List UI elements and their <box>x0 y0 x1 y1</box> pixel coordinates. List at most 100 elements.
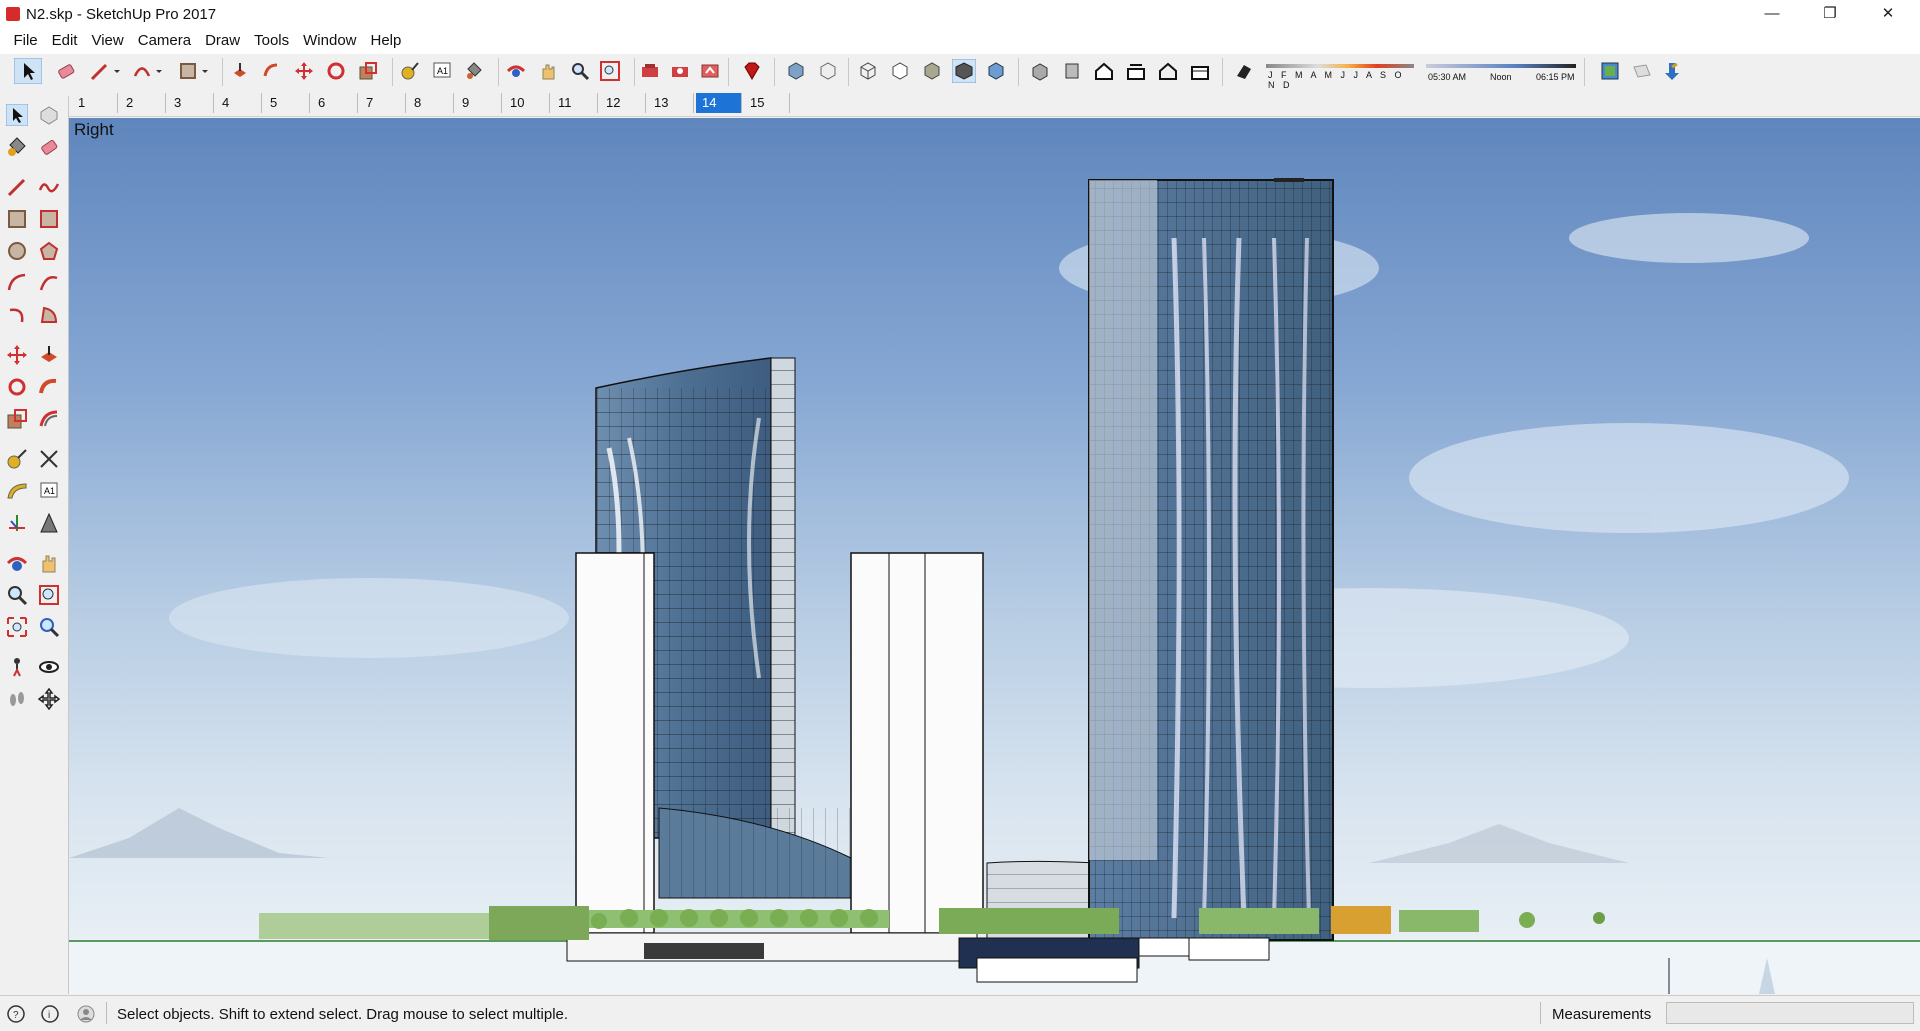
iso-view-icon[interactable] <box>1030 61 1050 81</box>
menu-camera[interactable]: Camera <box>131 28 198 54</box>
minimize-button[interactable]: — <box>1743 0 1801 28</box>
arc-tool-icon[interactable] <box>6 272 28 294</box>
offset-tool-icon[interactable] <box>38 408 60 430</box>
freehand-icon[interactable] <box>38 176 60 198</box>
scene-tab-6[interactable]: 6 <box>312 93 358 113</box>
3d-text-icon[interactable] <box>38 512 60 534</box>
eraser-icon[interactable] <box>38 136 60 158</box>
scene-tab-14[interactable]: 14 <box>696 93 742 113</box>
text-tool-icon[interactable]: A1 <box>432 61 452 81</box>
scene-tab-2[interactable]: 2 <box>120 93 166 113</box>
zoom-icon[interactable] <box>570 61 590 81</box>
ruby-console-icon[interactable] <box>742 61 762 81</box>
follow-me-icon[interactable] <box>38 376 60 398</box>
user-account-icon[interactable] <box>76 1004 96 1024</box>
measurements-input[interactable] <box>1666 1002 1914 1024</box>
rotated-rectangle-icon[interactable] <box>38 208 60 230</box>
scale-tool-icon[interactable] <box>358 61 378 81</box>
shaded-textures-style-icon[interactable] <box>952 59 976 83</box>
select-tool-icon[interactable] <box>6 104 28 126</box>
hidden-line-style-icon[interactable] <box>890 61 910 81</box>
modeling-viewport[interactable]: Right <box>69 118 1920 994</box>
menu-view[interactable]: View <box>84 28 130 54</box>
rectangle-tool-icon[interactable] <box>6 208 28 230</box>
geo-location-icon[interactable] <box>1600 61 1620 81</box>
scene-tab-15[interactable]: 15 <box>744 93 790 113</box>
menu-tools[interactable]: Tools <box>247 28 296 54</box>
walk-icon[interactable] <box>6 688 28 710</box>
eraser-icon[interactable] <box>56 61 76 81</box>
left-view-icon[interactable] <box>1190 61 1210 81</box>
rectangle-tool-icon[interactable] <box>178 61 198 81</box>
warehouse-icon[interactable] <box>640 61 660 81</box>
make-component-icon[interactable] <box>38 104 60 126</box>
look-around-icon[interactable] <box>38 656 60 678</box>
menu-help[interactable]: Help <box>364 28 409 54</box>
circle-tool-icon[interactable] <box>6 240 28 262</box>
zoom-window-icon[interactable] <box>38 584 60 606</box>
scene-tab-12[interactable]: 12 <box>600 93 646 113</box>
paint-bucket-icon[interactable] <box>6 136 28 158</box>
menu-draw[interactable]: Draw <box>198 28 247 54</box>
extension-warehouse-icon[interactable] <box>670 61 690 81</box>
scale-tool-icon[interactable] <box>6 408 28 430</box>
dimension-tool-icon[interactable] <box>38 448 60 470</box>
orbit-icon[interactable] <box>506 61 526 81</box>
scene-tab-13[interactable]: 13 <box>648 93 694 113</box>
text-tool-icon[interactable]: A1 <box>38 480 60 502</box>
shadows-toggle-icon[interactable] <box>1234 61 1254 81</box>
restore-button[interactable]: ❐ <box>1801 0 1859 28</box>
add-location-icon[interactable] <box>1662 61 1682 81</box>
arc-tool-icon[interactable] <box>132 61 152 81</box>
zoom-extents-icon[interactable] <box>600 61 620 81</box>
line-tool-icon[interactable] <box>90 61 110 81</box>
close-button[interactable]: ✕ <box>1859 0 1917 28</box>
scene-tab-9[interactable]: 9 <box>456 93 502 113</box>
zoom-extents-icon[interactable] <box>6 616 28 638</box>
follow-me-icon[interactable] <box>262 61 282 81</box>
orbit-icon[interactable] <box>6 552 28 574</box>
shadow-time-slider[interactable]: 05:30 AM Noon 06:15 PM <box>1426 62 1576 84</box>
scene-tab-11[interactable]: 11 <box>552 93 598 113</box>
scene-tab-7[interactable]: 7 <box>360 93 406 113</box>
tape-measure-icon[interactable] <box>400 61 420 81</box>
scene-tab-8[interactable]: 8 <box>408 93 454 113</box>
photo-textures-icon[interactable] <box>1632 61 1652 81</box>
arc-dropdown-icon[interactable] <box>154 61 164 81</box>
share-model-icon[interactable] <box>700 61 720 81</box>
scene-tab-5[interactable]: 5 <box>264 93 310 113</box>
line-tool-icon[interactable] <box>6 176 28 198</box>
pan-hand-icon[interactable] <box>538 61 558 81</box>
move-tool-icon[interactable] <box>294 61 314 81</box>
paint-bucket-icon[interactable] <box>464 61 484 81</box>
back-view-icon[interactable] <box>1158 61 1178 81</box>
shaded-style-icon[interactable] <box>922 61 942 81</box>
line-dropdown-icon[interactable] <box>112 61 122 81</box>
position-camera-icon[interactable] <box>6 656 28 678</box>
protractor-icon[interactable] <box>6 480 28 502</box>
select-tool-icon[interactable] <box>14 58 42 84</box>
two-point-arc-icon[interactable] <box>38 272 60 294</box>
wireframe-style-icon[interactable] <box>858 61 878 81</box>
axes-tool-icon[interactable] <box>6 512 28 534</box>
push-pull-icon[interactable] <box>230 61 250 81</box>
menu-edit[interactable]: Edit <box>45 28 85 54</box>
right-view-icon[interactable] <box>1126 61 1146 81</box>
xray-style-icon[interactable] <box>786 61 806 81</box>
pie-tool-icon[interactable] <box>38 304 60 326</box>
scene-tab-1[interactable]: 1 <box>72 93 118 113</box>
previous-view-icon[interactable] <box>38 616 60 638</box>
geo-location-status-icon[interactable]: ? <box>6 1004 26 1024</box>
three-point-arc-icon[interactable] <box>6 304 28 326</box>
rotate-tool-icon[interactable] <box>326 61 346 81</box>
monochrome-style-icon[interactable] <box>986 61 1006 81</box>
push-pull-icon[interactable] <box>38 344 60 366</box>
polygon-tool-icon[interactable] <box>38 240 60 262</box>
zoom-icon[interactable] <box>6 584 28 606</box>
pan-hand-icon[interactable] <box>38 552 60 574</box>
move-tool-icon[interactable] <box>6 344 28 366</box>
menu-file[interactable]: File <box>6 28 44 54</box>
credits-info-icon[interactable]: i <box>40 1004 60 1024</box>
tape-measure-icon[interactable] <box>6 448 28 470</box>
back-edges-style-icon[interactable] <box>818 61 838 81</box>
